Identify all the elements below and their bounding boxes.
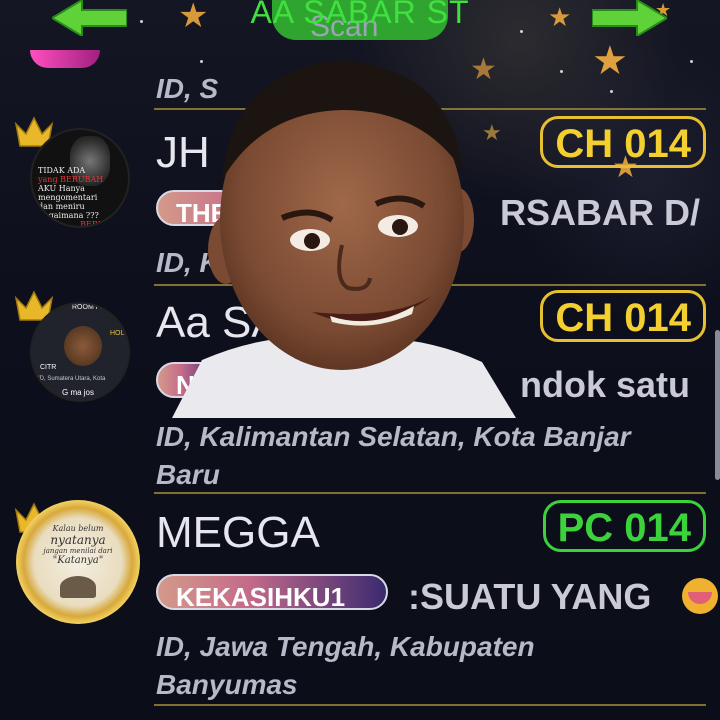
avatar[interactable]: ROOM FRIEN HOL CITR ID, Sumatera Utara, …	[30, 302, 130, 402]
emoji-icon	[682, 578, 718, 614]
star-icon: ★	[548, 2, 572, 32]
channel-badge: CH 014	[540, 116, 706, 168]
scrollbar[interactable]	[715, 330, 720, 480]
user-tag: KEKASIHKU1	[156, 574, 388, 610]
channel-badge: CH 014	[540, 290, 706, 342]
location-text: ID, Kalimantan Selatan, Kota Banjar Baru	[156, 421, 631, 490]
avatar-frame-partial	[30, 50, 100, 68]
overlay-photo	[162, 40, 516, 418]
location-text: ID, Jawa Tengah, Kabupaten Banyumas	[156, 631, 535, 700]
star-icon: ★	[178, 0, 209, 35]
username[interactable]: MEGGA	[156, 508, 320, 558]
channel-badge: PC 014	[542, 500, 706, 552]
row-separator	[154, 704, 706, 706]
status-text: :SUATU YANG	[408, 576, 652, 617]
status-text: ndok satu	[520, 364, 691, 405]
avatar[interactable]: Kalau belum nyatanya jangan menilai dari…	[16, 500, 140, 624]
row-separator	[154, 492, 706, 494]
right-arrow-icon[interactable]	[591, 0, 669, 38]
status-text: RSABAR D/	[500, 192, 701, 233]
room-title: AA SABAR ST	[250, 0, 470, 30]
avatar[interactable]: TIDAK ADA yang BERUBAH AKU Hanya mengome…	[30, 128, 130, 228]
left-arrow-icon[interactable]	[50, 0, 128, 38]
